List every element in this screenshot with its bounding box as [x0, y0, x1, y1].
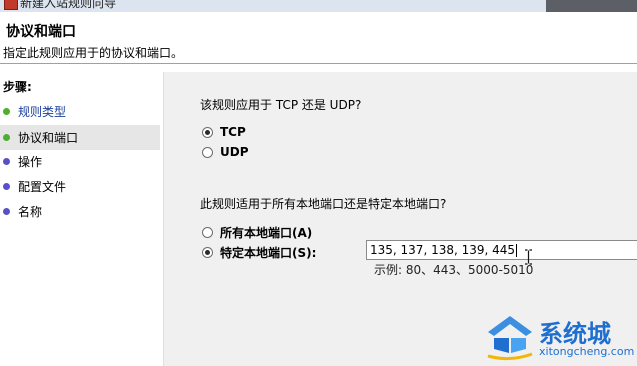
- specific-ports-input[interactable]: 135, 137, 138, 139, 445: [366, 240, 637, 260]
- all-local-ports-option[interactable]: 所有本地端口(A): [202, 224, 312, 241]
- watermark-url: xitongcheng.com: [539, 345, 635, 358]
- udp-radio-button[interactable]: [202, 146, 213, 158]
- wizard-header: 协议和端口 指定此规则应用于的协议和端口。: [0, 12, 637, 63]
- window-title: 新建入站规则向导: [20, 0, 117, 10]
- page-description: 指定此规则应用于的协议和端口。: [3, 46, 184, 60]
- specific-local-ports-option[interactable]: 特定本地端口(S):: [202, 244, 316, 261]
- step-current-bullet-icon: [3, 134, 10, 141]
- ports-input-value: 135, 137, 138, 139, 445: [370, 243, 516, 257]
- step-label: 操作: [18, 155, 43, 169]
- steps-sidebar: 步骤: 规则类型 协议和端口 操作 配置文件 名称: [0, 72, 163, 366]
- step-profile: 配置文件: [0, 174, 160, 199]
- step-label: 配置文件: [18, 180, 67, 194]
- watermark-brand: 系统城: [539, 320, 611, 348]
- tcp-radio-option[interactable]: TCP: [202, 125, 246, 139]
- step-completed-bullet-icon: [3, 108, 10, 115]
- udp-label[interactable]: UDP: [220, 145, 249, 159]
- xitongcheng-logo-icon: [487, 316, 533, 361]
- step-label: 协议和端口: [18, 131, 79, 145]
- specific-local-ports-radio-button[interactable]: [202, 247, 213, 258]
- step-pending-bullet-icon: [3, 158, 10, 165]
- window-title-bar: 新建入站规则向导: [0, 0, 637, 12]
- tcp-radio-button[interactable]: [202, 126, 213, 138]
- all-local-ports-radio-button[interactable]: [202, 227, 213, 238]
- firewall-app-icon: [4, 0, 18, 10]
- ports-example-hint: 示例: 80、443、5000-5010: [374, 263, 534, 277]
- udp-radio-option[interactable]: UDP: [202, 145, 249, 159]
- text-caret: [516, 244, 518, 257]
- steps-heading: 步骤:: [3, 80, 32, 94]
- step-protocol-and-ports: 协议和端口: [0, 125, 160, 150]
- port-question: 此规则适用于所有本地端口还是特定本地端口?: [200, 197, 447, 211]
- step-action: 操作: [0, 149, 160, 174]
- specific-local-ports-label[interactable]: 特定本地端口(S):: [220, 244, 316, 261]
- page-title: 协议和端口: [6, 24, 76, 40]
- step-rule-type[interactable]: 规则类型: [0, 99, 160, 124]
- step-pending-bullet-icon: [3, 183, 10, 190]
- step-label: 规则类型: [18, 105, 67, 119]
- site-watermark: 系统城 xitongcheng.com: [484, 312, 634, 366]
- all-local-ports-label[interactable]: 所有本地端口(A): [220, 224, 312, 241]
- step-pending-bullet-icon: [3, 208, 10, 215]
- header-divider: [0, 63, 637, 64]
- step-name: 名称: [0, 199, 160, 224]
- step-label: 名称: [18, 205, 43, 219]
- protocol-question: 该规则应用于 TCP 还是 UDP?: [200, 98, 362, 112]
- tcp-label[interactable]: TCP: [220, 125, 246, 139]
